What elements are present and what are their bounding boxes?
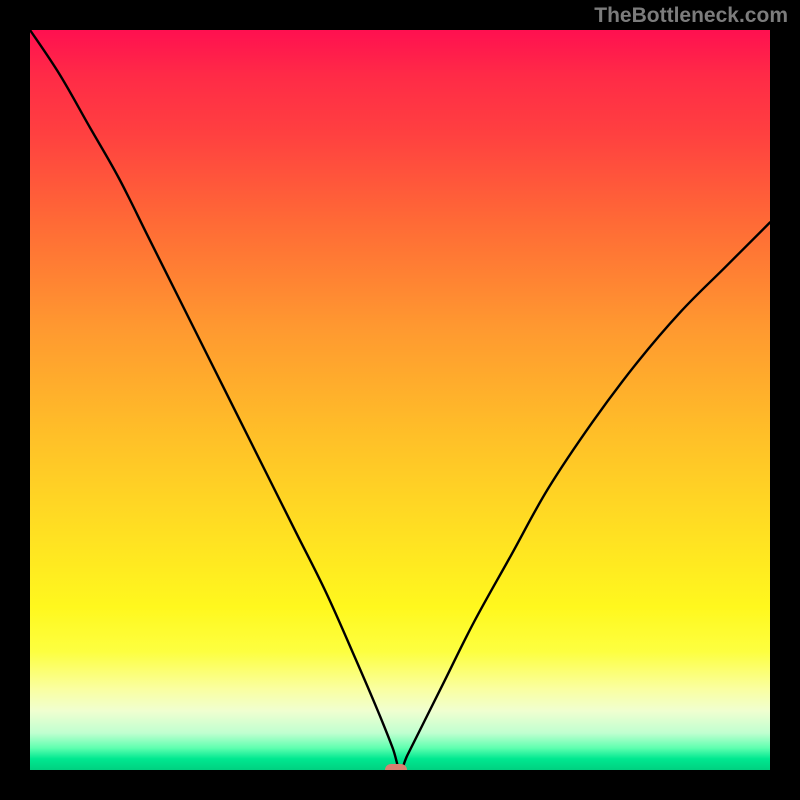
chart-root: TheBottleneck.com (0, 0, 800, 800)
optimal-marker (385, 764, 407, 770)
plot-area (30, 30, 770, 770)
attribution-text: TheBottleneck.com (594, 4, 788, 28)
curve-svg (30, 30, 770, 770)
bottleneck-curve (30, 30, 770, 770)
